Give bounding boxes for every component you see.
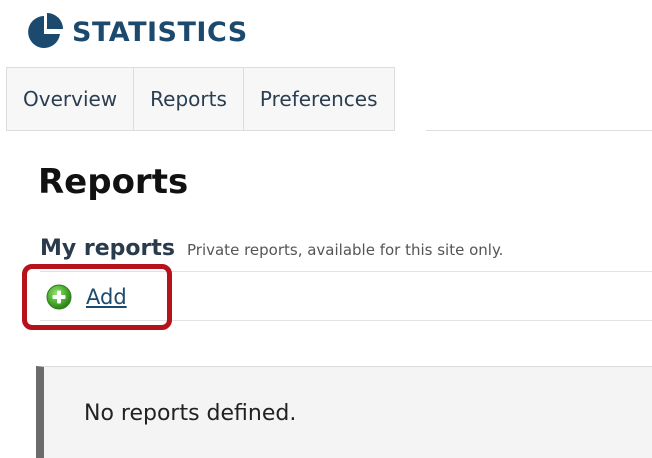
section-title: My reports <box>40 236 175 261</box>
tab-overview[interactable]: Overview <box>7 68 135 130</box>
empty-state-panel: No reports defined. <box>36 366 652 458</box>
empty-state-message: No reports defined. <box>84 401 297 426</box>
tool-title: STATISTICS <box>72 16 248 48</box>
annotation-highlight-box <box>22 264 172 330</box>
tool-tabs: Overview Reports Preferences <box>6 67 395 131</box>
tab-reports[interactable]: Reports <box>134 68 244 130</box>
tool-header: STATISTICS <box>26 12 248 52</box>
tabs-baseline <box>426 130 652 131</box>
statistics-page: STATISTICS Overview Reports Preferences … <box>0 0 652 458</box>
section-subtitle: Private reports, available for this site… <box>187 241 504 259</box>
pie-chart-icon <box>28 13 63 48</box>
my-reports-header: My reports Private reports, available fo… <box>40 236 503 261</box>
tab-preferences[interactable]: Preferences <box>243 68 394 130</box>
page-title: Reports <box>38 162 189 202</box>
